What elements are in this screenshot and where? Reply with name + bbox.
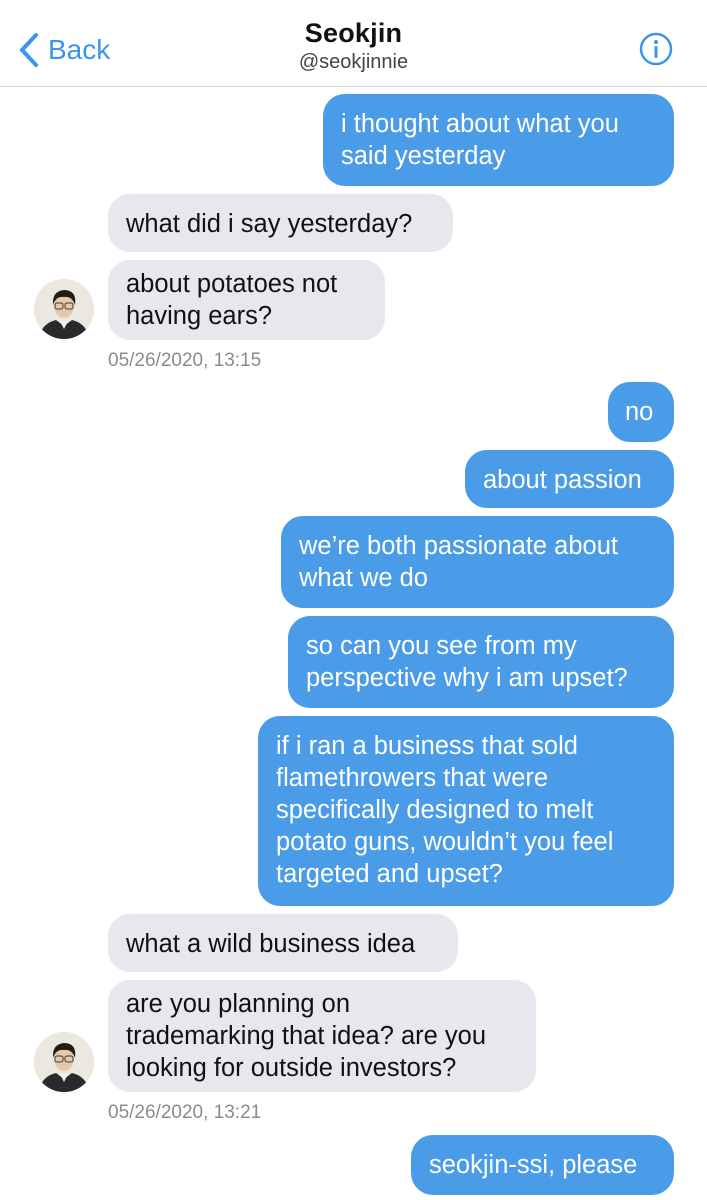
message-bubble-outgoing[interactable]: if i ran a business that sold flamethrow… xyxy=(258,716,674,906)
message-bubble-outgoing[interactable]: i thought about what you said yesterday xyxy=(323,94,674,186)
contact-avatar-image xyxy=(34,1032,94,1092)
contact-title-block: Seokjin @seokjinnie xyxy=(0,18,707,74)
contact-name: Seokjin xyxy=(304,18,403,48)
message-timestamp: 05/26/2020, 13:21 xyxy=(108,1102,262,1123)
contact-handle: @seokjinnie xyxy=(298,51,409,73)
message-bubble-outgoing[interactable]: we’re both passionate about what we do xyxy=(281,516,674,608)
avatar xyxy=(34,279,94,339)
message-timestamp: 05/26/2020, 13:15 xyxy=(108,350,262,371)
message-bubble-outgoing[interactable]: about passion xyxy=(465,450,674,508)
message-bubble-incoming[interactable]: what did i say yesterday? xyxy=(108,194,453,252)
conversation-header: Back Seokjin @seokjinnie xyxy=(0,0,707,87)
message-bubble-incoming[interactable]: what a wild business idea xyxy=(108,914,458,972)
message-bubble-incoming[interactable]: about potatoes not having ears? xyxy=(108,260,385,340)
message-bubble-outgoing[interactable]: seokjin-ssi, please xyxy=(411,1135,674,1195)
info-icon[interactable] xyxy=(639,32,673,66)
message-bubble-outgoing[interactable]: no xyxy=(608,382,674,442)
message-bubble-outgoing[interactable]: so can you see from my perspective why i… xyxy=(288,616,674,708)
avatar xyxy=(34,1032,94,1092)
message-bubble-incoming[interactable]: are you planning on trademarking that id… xyxy=(108,980,536,1092)
contact-avatar-image xyxy=(34,279,94,339)
